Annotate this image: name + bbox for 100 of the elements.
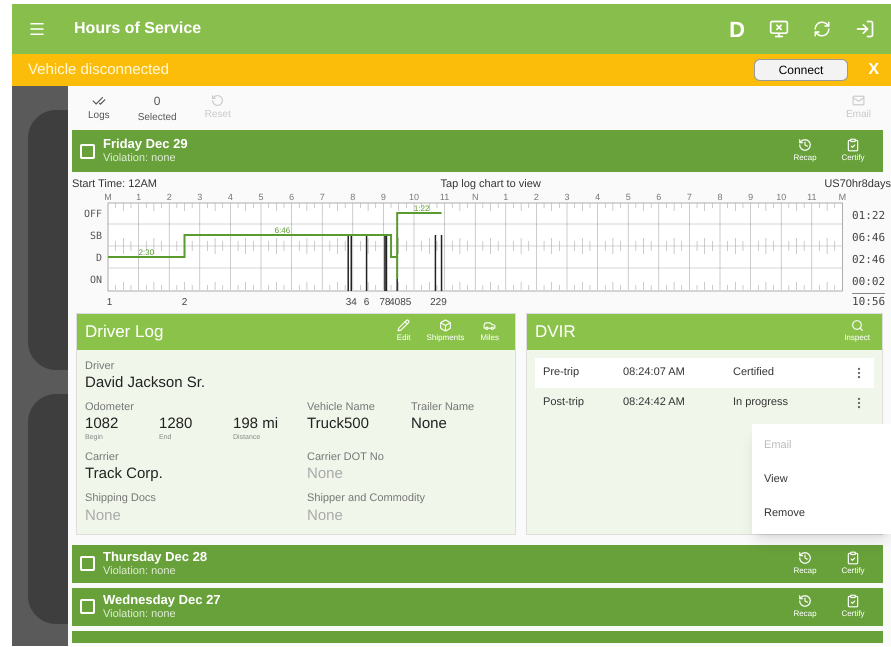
recap-button[interactable]: Recap <box>787 594 823 620</box>
menu-item[interactable]: Remove <box>752 496 891 530</box>
odometer-value: 1082 <box>85 415 120 434</box>
day-checkbox[interactable] <box>80 599 95 614</box>
violation-text: Violation: none <box>103 564 177 578</box>
duty-status-chart[interactable]: M 1 2 3 4 5 6 7 8 9 10 11 N 1 2 3 4 5 6 7 8 9 10 11 M OFF SB D ON 2:30 6:46 1:22 1 2 34 6 784085 229 <box>68 192 848 310</box>
hour-label: 3 <box>197 192 202 202</box>
hour-label: M <box>104 192 112 202</box>
status-label: SB <box>90 230 102 242</box>
recap-button[interactable]: Recap <box>787 138 823 164</box>
menu-item[interactable]: View <box>752 462 891 496</box>
hour-label: 5 <box>626 192 631 202</box>
chart-hint: Tap log chart to view <box>440 177 541 192</box>
event-marker <box>440 234 442 290</box>
day-checkbox[interactable] <box>80 144 95 158</box>
event-number: 34 <box>346 296 357 308</box>
event-marker <box>434 234 436 290</box>
clipboard-check-icon <box>846 550 860 564</box>
logout-icon[interactable] <box>855 19 875 39</box>
field-label: Vehicle Name <box>307 400 376 415</box>
certify-button[interactable]: Certify <box>835 138 871 164</box>
driver-status[interactable]: D <box>729 12 745 46</box>
duration-label: 6:46 <box>274 226 290 234</box>
history-icon <box>798 550 812 564</box>
status-label: OFF <box>84 208 102 220</box>
hour-label: 6 <box>289 192 294 202</box>
event-number: 1 <box>106 296 112 308</box>
field-label: Carrier DOT No <box>307 450 384 465</box>
field-value: None <box>307 465 344 484</box>
hour-label: 10 <box>776 192 786 202</box>
hour-label: 2 <box>166 192 172 202</box>
logs-button[interactable]: Logs <box>88 94 110 122</box>
panel-title: DVIR <box>535 320 576 343</box>
panel-action[interactable]: Edit <box>396 319 411 344</box>
hour-label: 8 <box>718 192 722 202</box>
duration-label: 1:22 <box>414 204 430 212</box>
hour-label: 6 <box>656 192 662 202</box>
app-title: Hours of Service <box>74 19 202 39</box>
hour-label: 9 <box>380 192 386 202</box>
dvir-row[interactable]: Pre-trip 08:24:07 AM Certified <box>535 358 874 388</box>
clipboard-check-icon <box>846 138 860 152</box>
hour-label: 2 <box>534 192 539 202</box>
inspect-button[interactable]: Inspect <box>844 319 874 344</box>
reset-icon <box>211 94 224 107</box>
field-label: Shipping Docs <box>85 491 157 506</box>
selected-label: Selected <box>138 110 177 124</box>
day-checkbox[interactable] <box>80 556 95 571</box>
menu-icon[interactable] <box>28 20 46 38</box>
hour-label: 11 <box>440 192 450 202</box>
hour-label: 7 <box>320 192 325 202</box>
event-marker <box>366 234 368 290</box>
violation-text: Violation: none <box>103 608 177 622</box>
refresh-icon[interactable] <box>813 20 831 38</box>
connect-button[interactable]: Connect <box>754 59 848 81</box>
field-value: Truck500 <box>307 415 370 434</box>
event-number: 2 <box>182 296 188 308</box>
day-header[interactable]: Wednesday Dec 27 Violation: none Recap Certify <box>72 588 883 626</box>
hour-label: 7 <box>686 192 692 202</box>
day-header[interactable]: Thursday Dec 28 Violation: none Recap Certify <box>72 544 883 582</box>
banner-message: Vehicle disconnected <box>28 60 169 80</box>
odometer-value: 198 mi <box>233 415 280 434</box>
hour-label: 1 <box>136 192 142 202</box>
pencil-icon <box>397 319 410 332</box>
field-label: Trailer Name <box>411 400 474 415</box>
event-number: 229 <box>430 296 447 308</box>
status-total: 06:46 <box>852 230 886 246</box>
history-icon <box>798 594 812 608</box>
field-value: None <box>307 506 344 526</box>
selected-count: 0 <box>154 92 160 110</box>
odometer-value: 1280 <box>159 415 194 434</box>
day-title: Wednesday Dec 27 <box>103 592 221 608</box>
recap-button[interactable]: Recap <box>787 550 823 576</box>
hour-label: 4 <box>228 192 233 202</box>
status-total: 01:22 <box>852 208 886 224</box>
mail-icon <box>852 94 865 107</box>
status-total: 00:02 <box>852 274 886 290</box>
event-marker <box>347 234 349 290</box>
dvir-time: 08:24:42 AM <box>623 395 686 410</box>
monitor-x-icon[interactable] <box>769 19 789 39</box>
status-label: D <box>96 252 102 264</box>
start-time: Start Time: 12AM <box>72 177 157 192</box>
hour-label: 8 <box>350 192 356 202</box>
search-icon <box>850 319 864 332</box>
hour-label: 1 <box>503 192 508 202</box>
field-label: Driver <box>85 358 116 374</box>
field-value: Track Corp. <box>85 465 164 484</box>
dvir-type: Pre-trip <box>543 365 580 380</box>
duration-label: 2:30 <box>138 248 154 256</box>
certify-button[interactable]: Certify <box>835 550 871 576</box>
day-header[interactable]: Friday Dec 29 Violation: none Recap Certify <box>72 130 883 172</box>
hour-label: 9 <box>748 192 754 202</box>
field-value: None <box>85 506 122 526</box>
dvir-row[interactable]: Post-trip 08:24:42 AM In progress <box>535 388 874 418</box>
box-icon <box>438 319 452 332</box>
field-label: Carrier <box>85 450 120 465</box>
close-button[interactable]: X <box>868 58 879 82</box>
panel-action[interactable]: Shipments <box>426 319 464 344</box>
hour-label: M <box>838 192 846 202</box>
panel-action[interactable]: Miles <box>480 319 499 344</box>
certify-button[interactable]: Certify <box>835 594 871 620</box>
